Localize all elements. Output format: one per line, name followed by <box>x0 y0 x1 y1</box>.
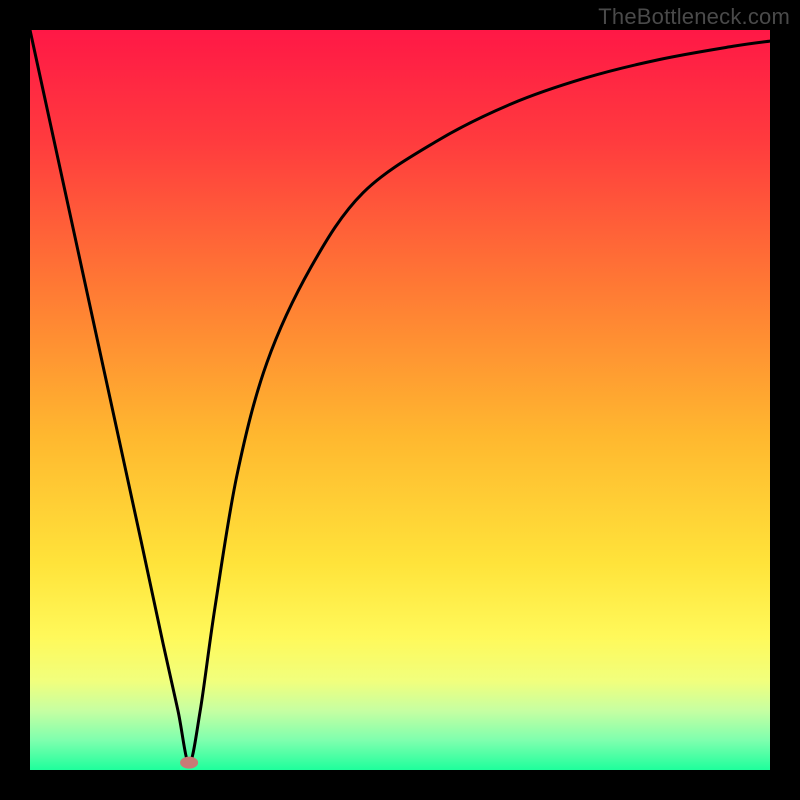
watermark-text: TheBottleneck.com <box>598 4 790 30</box>
plot-background <box>30 30 770 770</box>
chart-frame: TheBottleneck.com <box>0 0 800 800</box>
minimum-marker <box>180 757 198 769</box>
bottleneck-chart <box>0 0 800 800</box>
